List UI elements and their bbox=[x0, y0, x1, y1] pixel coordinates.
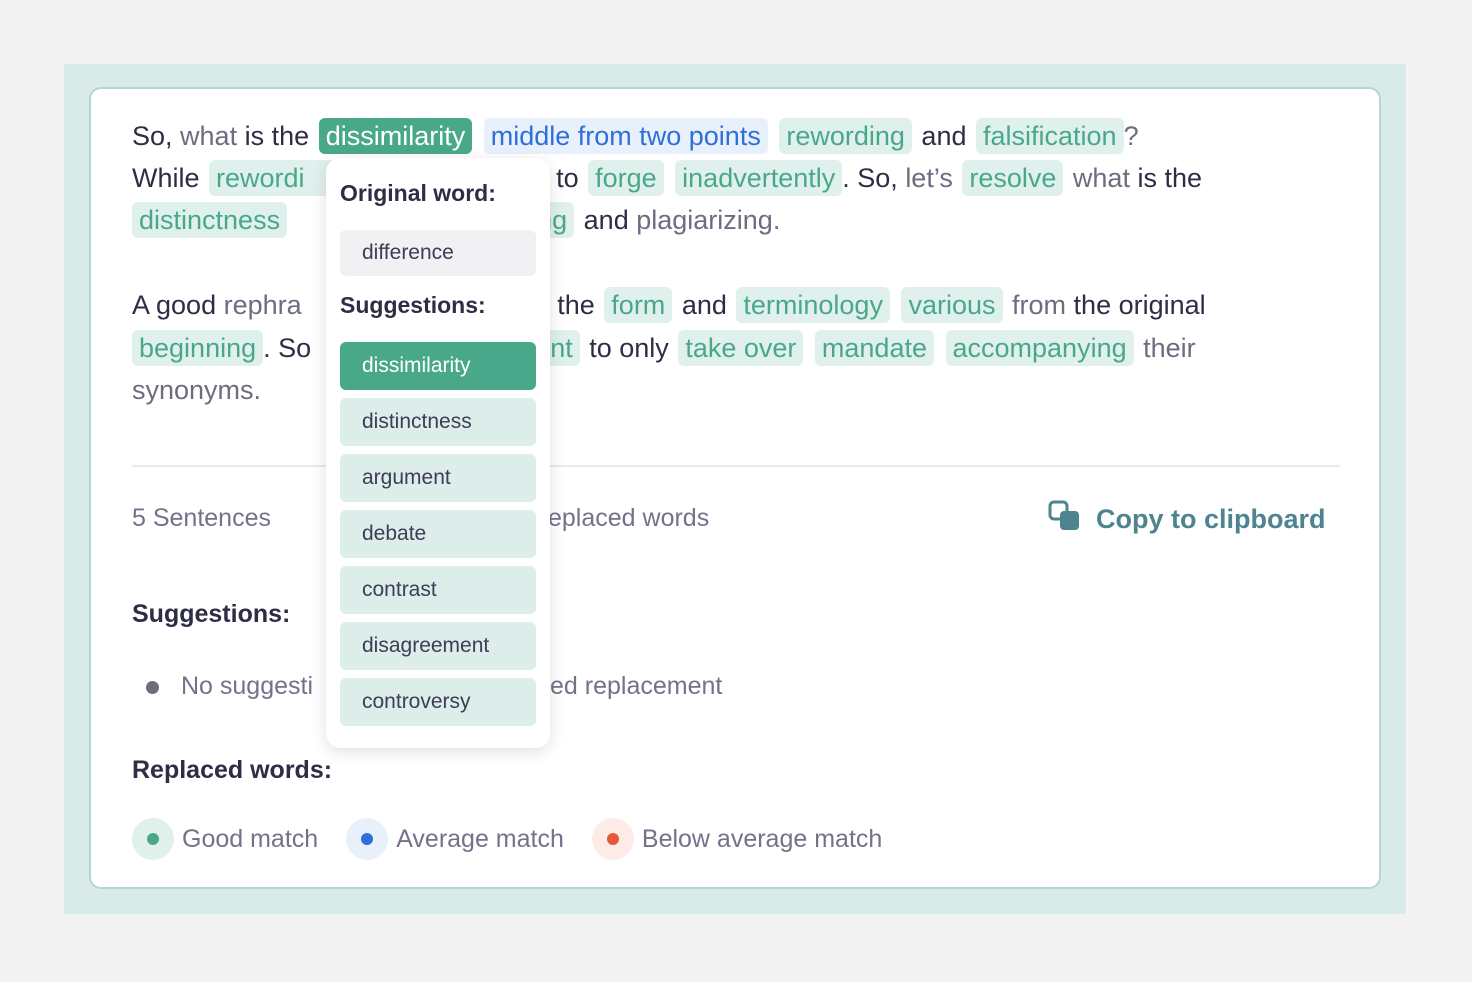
paragraph2-line3: synonyms. bbox=[132, 372, 261, 408]
replaced-word-good[interactable]: beginning bbox=[132, 330, 264, 366]
replaced-word-good[interactable]: form bbox=[604, 287, 673, 323]
match-legend: Good match Average match Below average m… bbox=[132, 818, 910, 860]
replaced-word-good[interactable]: mandate bbox=[814, 330, 934, 366]
suggestion-option[interactable]: controversy bbox=[340, 678, 536, 726]
synonym-popover: Original word: difference Suggestions: d… bbox=[326, 158, 550, 748]
suggestion-option[interactable]: disagreement bbox=[340, 622, 536, 670]
bullet-icon bbox=[146, 681, 159, 694]
word: the bbox=[557, 290, 595, 320]
replaced-word-good[interactable]: resolve bbox=[962, 160, 1064, 196]
suggestion-text-left: No suggesti bbox=[181, 672, 314, 700]
word: plagiarizing. bbox=[636, 205, 781, 235]
replaced-word-good[interactable]: distinctness bbox=[132, 202, 288, 238]
divider bbox=[132, 465, 1340, 467]
good-match-icon bbox=[132, 818, 174, 860]
word: what bbox=[180, 121, 238, 151]
word: to bbox=[556, 163, 579, 193]
copy-to-clipboard-button[interactable]: Copy to clipboard bbox=[1048, 500, 1326, 539]
paragraph1-line1: So, what is the dissimilarity middle fro… bbox=[132, 118, 1139, 154]
word: and bbox=[583, 205, 629, 235]
replaced-word-good[interactable]: rewording bbox=[779, 118, 912, 154]
replaced-word-good[interactable]: take over bbox=[678, 330, 804, 366]
word: A good bbox=[132, 290, 217, 320]
below-average-match-icon bbox=[591, 818, 634, 860]
word: ? bbox=[1123, 121, 1139, 151]
word: . So, bbox=[842, 163, 898, 193]
paragraph1-line2: While rewordi to forge inadvertently. So… bbox=[132, 160, 1202, 196]
word: and bbox=[921, 121, 967, 151]
suggestion-option[interactable]: distinctness bbox=[340, 398, 536, 446]
paragraph2-line2: beginning. So ent to only take over mand… bbox=[132, 330, 1196, 366]
replaced-words-heading: Replaced words: bbox=[132, 756, 333, 784]
replaced-word-good[interactable]: rewordi bbox=[209, 160, 344, 196]
legend-good-match: Good match bbox=[132, 818, 318, 860]
average-match-icon bbox=[346, 818, 389, 860]
original-word: difference bbox=[340, 230, 536, 276]
replaced-word-average[interactable]: middle from two points bbox=[483, 118, 768, 154]
word: While bbox=[132, 163, 200, 193]
replaced-word-good[interactable]: accompanying bbox=[945, 330, 1134, 366]
replaced-word-good[interactable]: terminology bbox=[736, 287, 890, 323]
paragraph2-line1: A good rephra e the form and terminology… bbox=[132, 287, 1206, 323]
legend-label: Below average match bbox=[641, 824, 883, 853]
replaced-word-good[interactable]: inadvertently bbox=[675, 160, 843, 196]
legend-label: Average match bbox=[396, 824, 564, 853]
word: is bbox=[244, 121, 265, 151]
word: let’s bbox=[905, 163, 953, 193]
suggestion-item: No suggesti bbox=[181, 670, 313, 702]
replaced-word-selected[interactable]: dissimilarity bbox=[318, 118, 473, 154]
word: So, bbox=[132, 121, 173, 151]
suggestion-option[interactable]: argument bbox=[340, 454, 536, 502]
original-word-heading: Original word: bbox=[340, 180, 496, 206]
suggestion-option[interactable]: debate bbox=[340, 510, 536, 558]
suggestion-option[interactable]: contrast bbox=[340, 566, 536, 614]
suggestions-heading: Suggestions: bbox=[132, 600, 291, 628]
legend-label: Good match bbox=[182, 824, 319, 853]
legend-below-average-match: Below average match bbox=[591, 818, 883, 860]
word: the original bbox=[1073, 290, 1206, 320]
word: is the bbox=[1137, 163, 1203, 193]
sentence-count: 5 Sentences bbox=[132, 504, 271, 532]
word: rephra bbox=[223, 290, 302, 320]
replaced-word-good[interactable]: forge bbox=[588, 160, 664, 196]
word: . So bbox=[263, 333, 312, 363]
word: what bbox=[1072, 163, 1130, 193]
word: synonyms. bbox=[132, 375, 262, 405]
replaced-word-good[interactable]: various bbox=[901, 287, 1003, 323]
suggestion-item-right: ed replacement bbox=[550, 672, 723, 700]
copy-label: Copy to clipboard bbox=[1096, 504, 1326, 534]
copy-icon bbox=[1048, 500, 1082, 539]
replaced-words-count: eplaced words bbox=[548, 504, 710, 532]
word: to only bbox=[589, 333, 669, 363]
legend-average-match: Average match bbox=[346, 818, 564, 860]
word: from bbox=[1012, 290, 1067, 320]
word: and bbox=[681, 290, 727, 320]
suggestion-option[interactable]: dissimilarity bbox=[340, 342, 536, 390]
word: their bbox=[1143, 333, 1196, 363]
word: the bbox=[271, 121, 310, 151]
suggestions-heading: Suggestions: bbox=[340, 292, 486, 318]
replaced-word-good[interactable]: falsification bbox=[976, 118, 1124, 154]
